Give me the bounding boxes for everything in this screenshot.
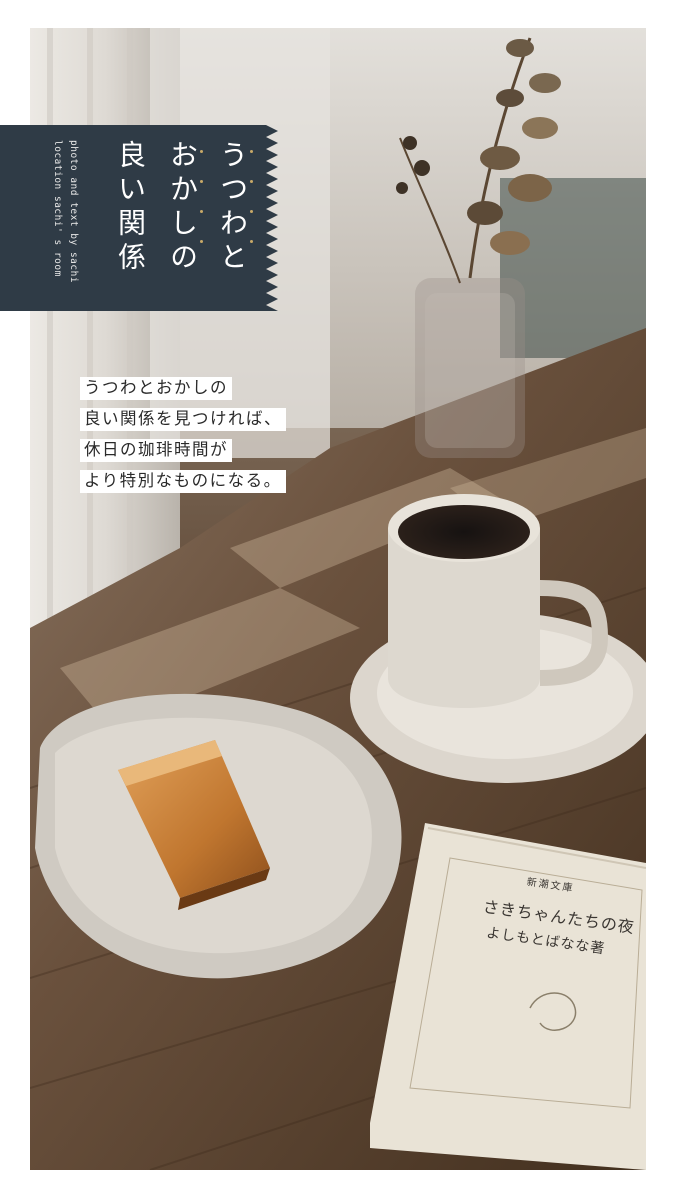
dot (200, 150, 203, 153)
title-line-2: おかしの (166, 140, 199, 276)
credit-location: location sachi' s room (52, 140, 63, 277)
title-dots-2 (200, 150, 204, 243)
dot (200, 210, 203, 213)
banner-zigzag-edge (266, 125, 278, 311)
dot (250, 150, 253, 153)
title-dots-1 (250, 150, 254, 243)
dot (250, 240, 253, 243)
credit-photo-text: photo and text by sachi (68, 140, 79, 284)
body-line-2: 良い関係を見つければ、 (80, 407, 286, 431)
dot (250, 180, 253, 183)
body-line-3: 休日の珈琲時間が (80, 438, 232, 462)
title-line-1: うつわと (216, 140, 249, 276)
dot (250, 210, 253, 213)
dot (200, 240, 203, 243)
body-line-1: うつわとおかしの (80, 377, 232, 400)
title-line-3: 良い関係 (114, 140, 147, 276)
body-text: うつわとおかしの 良い関係を見つければ、 休日の珈琲時間が より特別なものになる… (80, 377, 286, 493)
body-line-4: より特別なものになる。 (80, 469, 286, 493)
dot (200, 180, 203, 183)
